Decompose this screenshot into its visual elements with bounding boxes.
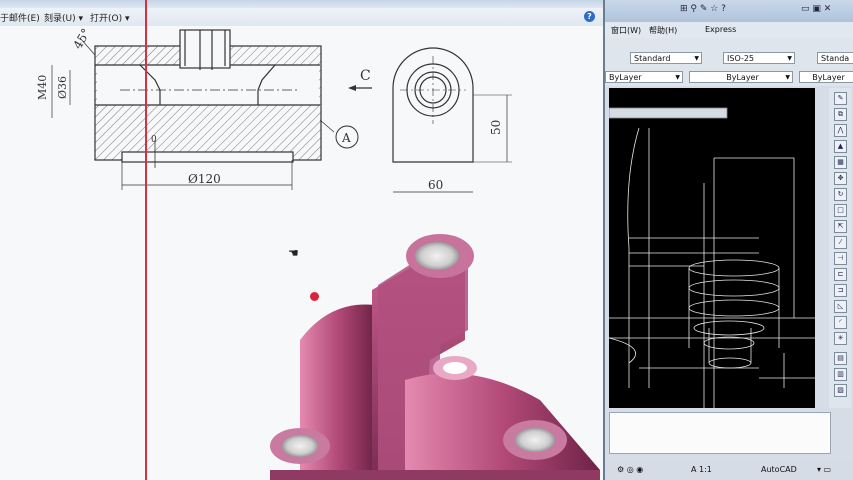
stretch-icon[interactable]: ⇱ (834, 220, 847, 233)
menu-email[interactable]: 于邮件(E) (0, 11, 40, 24)
color-select[interactable]: ByLayer ▼ (605, 71, 683, 83)
wireframe-model (609, 107, 815, 408)
status-tray-icons[interactable]: ▾ ▭ (817, 465, 831, 474)
cad-viewport[interactable] (609, 88, 815, 408)
menu-express[interactable]: Express (705, 25, 736, 34)
red-guide-line (145, 0, 147, 480)
linetype-select[interactable]: ByLayer ▼ (689, 71, 793, 83)
menu-bar: 于邮件(E) 刻录(U) ▾ 打开(O) ▾ ? (0, 8, 603, 27)
trim-icon[interactable]: ⁄ (834, 236, 847, 249)
break-icon[interactable]: ⊏ (834, 268, 847, 281)
modify-toolbar: ✎ ⧉ ⋀ ▲ ▦ ✥ ↻ □ ⇱ ⁄ ⊣ ⊏ ⊐ ◺ ◜ ✳ ▤ ▥ ▨ (829, 88, 851, 408)
label-a: A (341, 131, 351, 145)
cad-titlebar: ⊞ ⚲ ✎ ☆ ? ▭ ▣ ✕ (605, 0, 853, 22)
view-c-label: C (360, 68, 371, 84)
table-style-select[interactable]: Standa (817, 52, 853, 64)
move-icon[interactable]: ✥ (834, 172, 847, 185)
text-style-select[interactable]: Standard ▼ (630, 52, 702, 64)
section-view (94, 29, 322, 168)
dim-zero-label: 0 (151, 135, 157, 145)
dim-60-label: 60 (428, 178, 443, 192)
autocad-window: ⊞ ⚲ ✎ ☆ ? ▭ ▣ ✕ 窗口(W) 帮助(H) Express Stan… (603, 0, 853, 480)
menu-window[interactable]: 窗口(W) (611, 25, 641, 36)
hand-cursor-icon: ☚ (288, 246, 299, 260)
join-icon[interactable]: ⊐ (834, 284, 847, 297)
properties-icon[interactable]: ▥ (834, 368, 847, 381)
toolbar-icons[interactable]: ⊞ ⚲ ✎ ☆ ? (680, 4, 726, 14)
dim-50-label: 50 (489, 120, 503, 135)
document-window: 于邮件(E) 刻录(U) ▾ 打开(O) ▾ ? 45° M40 Ø36 Ø12… (0, 0, 603, 480)
styles-toolbar: Standard ▼ ISO-25 ▼ Standa (605, 38, 853, 68)
dim-d120-label: Ø120 (188, 172, 221, 186)
command-line[interactable] (609, 412, 831, 454)
engineering-drawing: 45° M40 Ø36 Ø120 0 C A 60 50 (36, 26, 600, 480)
dim-style-select[interactable]: ISO-25 ▼ (723, 52, 795, 64)
erase-icon[interactable]: ✎ (834, 92, 847, 105)
window-controls[interactable]: ▭ ▣ ✕ (801, 4, 831, 14)
menu-open[interactable]: 打开(O) ▾ (90, 11, 130, 24)
dim-45-label: 45° (70, 26, 93, 51)
annotation-scale[interactable]: A 1:1 (691, 465, 712, 474)
offset-icon[interactable]: ▲ (834, 140, 847, 153)
palette-icon[interactable]: ▨ (834, 384, 847, 397)
properties-toolbar: ByLayer ▼ ByLayer ▼ ByLayer (605, 68, 853, 86)
pointer-dot (310, 292, 319, 301)
layer-icon[interactable]: ▤ (834, 352, 847, 365)
extend-icon[interactable]: ⊣ (834, 252, 847, 265)
copy-icon[interactable]: ⧉ (834, 108, 847, 121)
chamfer-icon[interactable]: ◺ (834, 300, 847, 313)
fillet-icon[interactable]: ◜ (834, 316, 847, 329)
rotate-icon[interactable]: ↻ (834, 188, 847, 201)
dim-d36-label: Ø36 (56, 76, 69, 99)
explode-icon[interactable]: ✳ (834, 332, 847, 345)
cad-menu-bar: 窗口(W) 帮助(H) Express (605, 22, 853, 38)
workspace-app[interactable]: AutoCAD (761, 465, 797, 474)
menu-burn[interactable]: 刻录(U) ▾ (44, 11, 83, 24)
help-icon[interactable]: ? (584, 11, 595, 22)
scale-icon[interactable]: □ (834, 204, 847, 217)
status-icons[interactable]: ⚙ ◎ ◉ (617, 465, 643, 474)
image-canvas: 45° M40 Ø36 Ø120 0 C A 60 50 ☚ (0, 26, 603, 480)
menu-help[interactable]: 帮助(H) (649, 25, 677, 36)
array-icon[interactable]: ▦ (834, 156, 847, 169)
dim-m40-label: M40 (36, 75, 49, 100)
3d-part-render (270, 234, 600, 480)
mirror-icon[interactable]: ⋀ (834, 124, 847, 137)
side-view (392, 47, 512, 163)
lineweight-select[interactable]: ByLayer (799, 71, 853, 83)
cad-status-bar: ⚙ ◎ ◉ A 1:1 AutoCAD ▾ ▭ (605, 460, 853, 480)
